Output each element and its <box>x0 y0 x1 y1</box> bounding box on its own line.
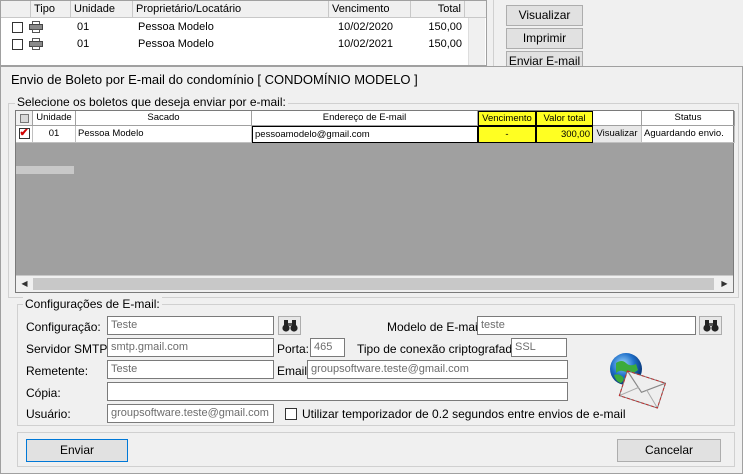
row-vencimento: 10/02/2021 <box>338 38 394 50</box>
temporizador-label: Utilizar temporizador de 0.2 segundos en… <box>302 407 626 421</box>
binoculars-icon <box>702 320 719 332</box>
table-row[interactable]: ✔ 01 Pessoa Modelo pessoamodelo@gmail.co… <box>16 126 735 143</box>
scroll-left-icon[interactable]: ◀ <box>16 276 33 292</box>
boletos-grid: Unidade Sacado Endereço de E-mail Vencim… <box>15 110 735 293</box>
enviar-button[interactable]: Enviar <box>26 439 128 462</box>
cancelar-label: Cancelar <box>644 443 694 457</box>
highlight-strip <box>16 166 74 174</box>
row-vencimento: 10/02/2020 <box>338 21 394 33</box>
printer-icon <box>28 38 44 50</box>
select-all-cell[interactable] <box>16 111 33 126</box>
col-vencimento: Vencimento <box>478 111 536 126</box>
selection-legend: Selecione os boletos que deseja enviar p… <box>15 95 288 109</box>
col-tipo: Tipo <box>31 1 71 18</box>
row-total: 150,00 <box>428 38 462 50</box>
porta-label: Porta: <box>277 342 310 356</box>
printer-icon <box>28 21 44 33</box>
scroll-right-icon[interactable]: ▶ <box>716 276 733 292</box>
col-vencimento: Vencimento <box>329 1 411 18</box>
remetente-field[interactable]: Teste <box>107 360 274 379</box>
visualizar-button[interactable]: Visualizar <box>506 5 583 26</box>
table-row[interactable]: 01 Pessoa Modelo 10/02/2021 150,00 <box>1 36 486 53</box>
smtp-label: Servidor SMTP: <box>26 342 111 356</box>
configuracao-label: Configuração: <box>26 320 101 334</box>
row-sacado: Pessoa Modelo <box>76 126 252 143</box>
row-unidade: 01 <box>77 38 90 50</box>
tipo-conexao-field[interactable]: SSL <box>511 338 567 357</box>
email-label: Email: <box>277 364 311 378</box>
row-nome: Pessoa Modelo <box>138 38 214 50</box>
col-status: Status <box>642 111 735 126</box>
copia-label: Cópia: <box>26 386 61 400</box>
col-unidade: Unidade <box>71 1 133 18</box>
row-unidade: 01 <box>33 126 76 143</box>
row-unidade: 01 <box>77 21 90 33</box>
background-scrollbar[interactable] <box>468 18 485 65</box>
scrollbar-thumb[interactable] <box>33 278 714 290</box>
email-globe-icon <box>610 353 667 409</box>
col-sacado: Sacado <box>76 111 252 126</box>
grid-horizontal-scrollbar[interactable]: ◀ ▶ <box>16 275 733 292</box>
dialog-title: Envio de Boleto por E-mail do condomínio… <box>11 72 418 87</box>
enviar-label: Enviar <box>59 443 94 457</box>
configuracao-field[interactable]: Teste <box>107 316 274 335</box>
row-vencimento: - <box>478 126 536 143</box>
table-row[interactable]: 01 Pessoa Modelo 10/02/2020 150,00 <box>1 19 486 36</box>
grid-header: Unidade Sacado Endereço de E-mail Vencim… <box>16 111 735 126</box>
porta-field[interactable]: 465 <box>310 338 345 357</box>
row-valor-total: 300,00 <box>536 126 593 143</box>
col-action <box>593 111 642 126</box>
remetente-label: Remetente: <box>26 364 89 378</box>
row-nome: Pessoa Modelo <box>138 21 214 33</box>
col-proprietario: Proprietário/Locatário <box>133 1 329 18</box>
boletos-background-grid: Tipo Unidade Proprietário/Locatário Venc… <box>0 0 487 66</box>
usuario-field[interactable]: groupsoftware.teste@gmail.com <box>107 404 274 423</box>
cancelar-button[interactable]: Cancelar <box>617 439 721 462</box>
checkmark-icon[interactable]: ✔ <box>18 128 30 139</box>
imprimir-button[interactable]: Imprimir <box>506 28 583 49</box>
smtp-field[interactable]: smtp.gmail.com <box>107 338 274 357</box>
header-spacer <box>1 1 31 18</box>
row-total: 150,00 <box>428 21 462 33</box>
tipo-conexao-label: Tipo de conexão criptografada: <box>357 342 522 356</box>
row-status: Aguardando envio. <box>642 126 735 143</box>
background-grid-header: Tipo Unidade Proprietário/Locatário Venc… <box>1 1 486 18</box>
col-unidade: Unidade <box>33 111 76 126</box>
envio-boleto-dialog: Envio de Boleto por E-mail do condomínio… <box>0 66 743 474</box>
col-valor-total: Valor total <box>536 111 593 126</box>
copia-field[interactable] <box>107 382 568 401</box>
row-checkbox[interactable] <box>12 39 23 50</box>
row-check-cell[interactable]: ✔ <box>16 126 33 143</box>
email-field[interactable]: groupsoftware.teste@gmail.com <box>307 360 568 379</box>
select-all-checkbox[interactable] <box>19 114 29 123</box>
config-legend: Configurações de E-mail: <box>23 297 162 311</box>
usuario-label: Usuário: <box>26 407 71 421</box>
col-total: Total <box>411 1 465 18</box>
binoculars-icon <box>281 320 298 332</box>
row-email[interactable]: pessoamodelo@gmail.com <box>252 126 478 143</box>
search-modelo-button[interactable] <box>699 316 722 335</box>
row-checkbox[interactable] <box>12 22 23 33</box>
modelo-email-field[interactable]: teste <box>477 316 696 335</box>
col-email: Endereço de E-mail <box>252 111 478 126</box>
modelo-email-label: Modelo de E-mail: <box>387 320 484 334</box>
row-visualizar-button[interactable]: Visualizar <box>593 126 642 143</box>
search-configuracao-button[interactable] <box>278 316 301 335</box>
temporizador-checkbox[interactable] <box>285 408 297 420</box>
